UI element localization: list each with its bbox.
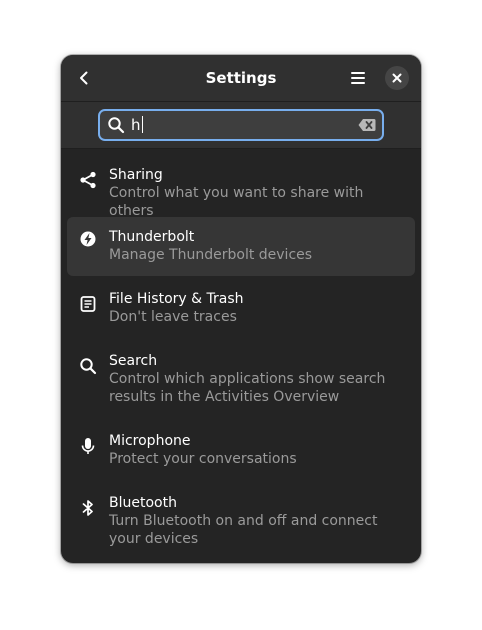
search-input-value: h <box>131 116 141 134</box>
window-title: Settings <box>205 69 277 87</box>
hamburger-menu-icon <box>351 72 365 84</box>
microphone-icon <box>79 437 97 455</box>
settings-window: Settings h Sharing Control what you want… <box>61 55 421 563</box>
result-file-history[interactable]: File History & Trash Don't leave traces <box>67 278 415 338</box>
result-thunderbolt[interactable]: Thunderbolt Manage Thunderbolt devices <box>67 217 415 276</box>
back-arrow-icon <box>80 71 88 85</box>
search-icon <box>79 357 97 375</box>
result-subtitle: Turn Bluetooth on and off and connect yo… <box>109 513 378 547</box>
result-search[interactable]: Search Control which applications show s… <box>67 340 415 418</box>
bluetooth-icon <box>79 499 97 517</box>
result-title: Thunderbolt <box>109 229 195 245</box>
result-subtitle: Control which applications show search r… <box>109 371 386 405</box>
result-sharing[interactable]: Sharing Control what you want to share w… <box>67 154 415 219</box>
thunderbolt-icon <box>79 230 97 248</box>
search-icon <box>108 117 125 134</box>
text-caret <box>141 116 143 133</box>
back-button[interactable] <box>69 63 99 93</box>
result-subtitle: Protect your conversations <box>109 451 297 467</box>
result-title: Microphone <box>109 433 191 449</box>
search-entry[interactable]: h <box>98 109 384 141</box>
result-title: Bluetooth <box>109 495 177 511</box>
result-title: File History & Trash <box>109 291 244 307</box>
header-bar: Settings <box>61 55 421 102</box>
search-bar: h <box>61 102 421 149</box>
search-input[interactable]: h <box>131 111 143 139</box>
result-subtitle: Manage Thunderbolt devices <box>109 247 313 263</box>
result-bluetooth[interactable]: Bluetooth Turn Bluetooth on and off and … <box>67 482 415 560</box>
result-microphone[interactable]: Microphone Protect your conversations <box>67 420 415 480</box>
result-subtitle: Don't leave traces <box>109 309 237 325</box>
clear-search-icon[interactable] <box>358 117 376 133</box>
main-menu-button[interactable] <box>343 63 373 93</box>
close-icon <box>392 73 402 83</box>
file-history-icon <box>79 295 97 313</box>
result-title: Sharing <box>109 167 163 183</box>
result-title: Search <box>109 353 158 369</box>
share-icon <box>79 171 97 189</box>
result-subtitle: Control what you want to share with othe… <box>109 185 364 219</box>
close-button[interactable] <box>385 66 409 90</box>
